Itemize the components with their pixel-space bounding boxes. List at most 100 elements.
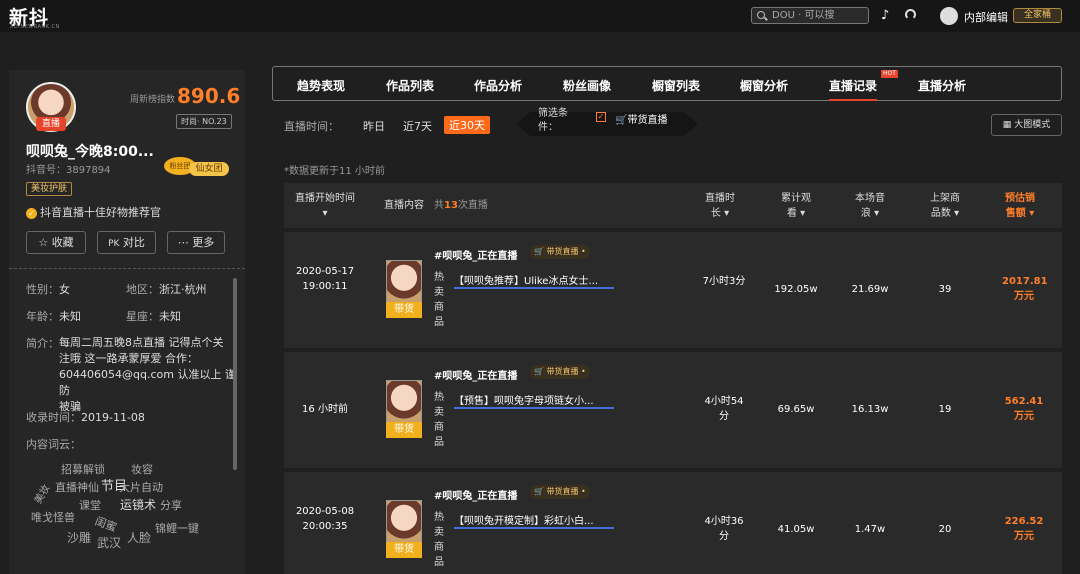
compare-button[interactable]: PK 对比: [97, 231, 156, 254]
category-badge: 美妆护肤: [26, 182, 73, 196]
region-row: 地区：浙江·杭州: [126, 281, 207, 297]
star-icon: ☆: [38, 236, 49, 249]
search-input[interactable]: DOU · 可以搜: [751, 7, 869, 24]
age-value: 未知: [59, 310, 81, 323]
divider: [9, 268, 245, 269]
row-duration: 4小时54分: [704, 396, 744, 422]
grid-icon: ▦: [1002, 120, 1012, 130]
header-likes[interactable]: 本场音浪 ▾: [852, 191, 888, 221]
cloud-word: 大片自动: [119, 481, 163, 494]
product-link[interactable]: 【呗呗兔开模定制】彩虹小白...: [454, 512, 614, 529]
row-title[interactable]: #呗呗兔_正在直播: [434, 367, 517, 382]
hot-badge: HOT: [881, 70, 898, 78]
row-badge: 🛒 带货直播 •: [530, 365, 590, 379]
cloud-word: 招募解锁: [61, 463, 105, 476]
tab-fans[interactable]: 粉丝画像: [563, 77, 611, 94]
collect-button[interactable]: ☆ 收藏: [26, 231, 86, 254]
profile-panel: 直播 周新榜指数 890.6 时尚· NO.23 呗呗兔_今晚8:00... 抖…: [9, 70, 245, 574]
row-title[interactable]: #呗呗兔_正在直播: [434, 247, 517, 262]
cloud-word: 闺蜜: [93, 514, 119, 535]
bio-line: 604406054@qq.com 认准以上 谨防: [59, 368, 236, 397]
more-label: 更多: [192, 236, 215, 249]
cloud-word: 锦鲤一键: [155, 522, 199, 535]
gender-row: 性别：女: [26, 281, 70, 297]
row-viewers: 192.05w: [774, 284, 818, 295]
row-badge: 🛒 带货直播 •: [530, 485, 590, 499]
bio-text: 每周二周五晚8点直播 记得点个关 注哦 这一路承蒙厚爱 合作： 60440605…: [59, 335, 245, 415]
condition-label: 筛选条件：: [538, 108, 568, 133]
region-value: 浙江·杭州: [159, 283, 207, 296]
tab-live-records[interactable]: 直播记录: [829, 77, 878, 101]
cloud-word: 人脸: [127, 531, 152, 545]
more-button[interactable]: ⋯ 更多: [167, 231, 225, 254]
cloud-word: 直播神仙: [55, 481, 99, 494]
header-viewers[interactable]: 累计观看 ▾: [778, 191, 814, 221]
table-row[interactable]: 2020-05-17 19:00:11 带货 #呗呗兔_正在直播 🛒 带货直播 …: [284, 232, 1062, 348]
cart-icon: 🛒: [615, 115, 628, 126]
wordcloud-label: 内容词云：: [26, 438, 81, 451]
zodiac-row: 星座：未知: [126, 308, 181, 324]
condition-checkbox[interactable]: ✓: [596, 112, 606, 122]
row-likes: 1.47w: [854, 524, 886, 535]
row-likes: 21.69w: [851, 284, 889, 295]
cloud-word: 课堂: [79, 499, 101, 512]
vip-badge[interactable]: 全家桶: [1013, 8, 1062, 23]
tab-works[interactable]: 作品列表: [386, 77, 434, 94]
table-row[interactable]: 16 小时前 带货 #呗呗兔_正在直播 🛒 带货直播 • 热卖商品 【预售】呗呗…: [284, 352, 1062, 468]
row-goods: 20: [938, 524, 952, 535]
row-likes: 16.13w: [851, 404, 889, 415]
row-sales: 226.52万元: [1004, 516, 1044, 542]
gender-value: 女: [59, 283, 70, 296]
scrollbar[interactable]: [233, 278, 237, 470]
thumbnail-tag: 带货: [386, 302, 422, 318]
big-mode-button[interactable]: ▦ 大图模式: [991, 114, 1062, 136]
profile-name: 呗呗兔_今晚8:00...: [26, 144, 154, 160]
row-title[interactable]: #呗呗兔_正在直播: [434, 487, 517, 502]
row-goods: 39: [938, 284, 952, 295]
hot-goods-label: 热卖商品: [434, 512, 444, 568]
age-label: 年龄：: [26, 310, 59, 323]
bio-line: 每周二周五晚8点直播 记得点个关: [59, 336, 224, 349]
fan-group-badge: 仙女团: [189, 162, 229, 176]
filter-7days[interactable]: 近7天: [403, 118, 432, 134]
compare-label: 对比: [122, 236, 145, 249]
thumbnail-tag: 带货: [386, 542, 422, 558]
filter-yesterday[interactable]: 昨日: [363, 118, 385, 134]
product-link[interactable]: 【预售】呗呗兔字母项链女小...: [454, 392, 614, 409]
user-avatar[interactable]: [940, 7, 958, 25]
index-value: 890.6: [177, 84, 241, 108]
header-content: 直播内容 共13次直播: [384, 200, 488, 211]
row-badge: 🛒 带货直播 •: [530, 245, 590, 259]
headset-icon[interactable]: [905, 9, 916, 20]
cloud-word: 唯戈怪兽: [31, 511, 75, 524]
tab-works-analysis[interactable]: 作品分析: [474, 77, 522, 94]
rank-badge: 时尚· NO.23: [176, 114, 232, 129]
row-goods: 19: [938, 404, 952, 415]
tiktok-icon[interactable]: ♪: [881, 8, 889, 23]
filter-30days[interactable]: 近30天: [444, 116, 490, 134]
tab-showcase[interactable]: 橱窗列表: [652, 77, 700, 94]
header-duration[interactable]: 直播时长 ▾: [702, 191, 738, 221]
table-row[interactable]: 2020-05-08 20:00:35 带货 #呗呗兔_正在直播 🛒 带货直播 …: [284, 472, 1062, 574]
product-link[interactable]: 【呗呗兔推荐】Ulike冰点女士...: [454, 272, 614, 289]
cloud-word: 运镜术: [120, 498, 157, 512]
cloud-word: 美妆: [32, 483, 53, 506]
header-start-time[interactable]: 直播开始时间 ▾: [292, 191, 358, 221]
condition-value[interactable]: 🛒带货直播: [615, 111, 667, 126]
hot-goods-label: 热卖商品: [434, 272, 444, 328]
table-header: 直播开始时间 ▾ 直播内容 共13次直播 直播时长 ▾ 累计观看 ▾ 本场音浪 …: [284, 183, 1062, 228]
row-viewers: 69.65w: [777, 404, 815, 415]
cloud-word: 沙雕: [67, 531, 92, 545]
search-placeholder: DOU · 可以搜: [772, 10, 835, 21]
collect-label: 收藏: [51, 236, 74, 249]
tab-trend[interactable]: 趋势表现: [297, 77, 345, 94]
tab-showcase-analysis[interactable]: 橱窗分析: [740, 77, 788, 94]
user-name[interactable]: 内部编辑: [964, 9, 1008, 25]
tab-bar: 趋势表现 作品列表 作品分析 粉丝画像 橱窗列表 橱窗分析 直播记录 HOT 直…: [272, 66, 1062, 101]
row-sales: 2017.81万元: [1002, 276, 1048, 302]
gender-label: 性别：: [26, 283, 59, 296]
header-goods[interactable]: 上架商品数 ▾: [927, 191, 963, 221]
row-time: 16 小时前: [302, 404, 348, 415]
tab-live-analysis[interactable]: 直播分析: [918, 77, 966, 94]
header-sales[interactable]: 预估销售额 ▾: [1002, 191, 1038, 221]
